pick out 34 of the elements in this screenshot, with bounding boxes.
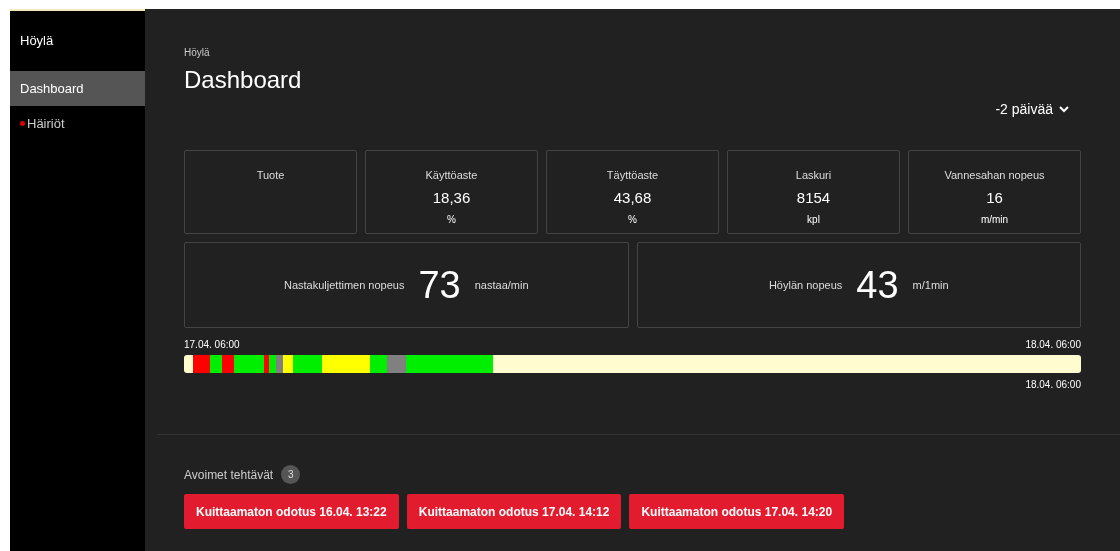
timeline-end-label: 18.04. 06:00 — [1025, 338, 1081, 352]
count-badge: 3 — [281, 465, 301, 484]
page-title: Dashboard — [184, 65, 302, 95]
nav-item[interactable]: Dashboard — [10, 70, 145, 106]
stat-unit: kpl — [807, 213, 820, 227]
stat-value: 18,36 — [432, 187, 471, 208]
task-button[interactable]: Kuittaamaton odotus 17.04. 14:12 — [406, 494, 622, 529]
sidebar-title: Höylä — [19, 32, 55, 50]
timeline-end-label: 18.04. 06:00 — [1025, 378, 1081, 392]
speed-value: 73 — [418, 262, 461, 308]
breadcrumb: Höylä — [184, 46, 211, 60]
stat-unit: % — [447, 213, 456, 227]
stat-label: Täyttöaste — [606, 168, 659, 183]
stat-value: 16 — [986, 187, 1003, 208]
stat-unit: % — [628, 213, 637, 227]
nav-item[interactable]: Häiriöt — [10, 106, 145, 142]
stat-label: Laskuri — [795, 168, 832, 183]
stat-label: Tuote — [256, 168, 285, 183]
stat-unit: m/min — [980, 213, 1009, 227]
stat-label: Käyttöaste — [425, 168, 478, 183]
timeline-start-label: 17.04. 06:00 — [184, 338, 240, 352]
task-button[interactable]: Kuittaamaton odotus 16.04. 13:22 — [184, 494, 399, 529]
task-button[interactable]: Kuittaamaton odotus 17.04. 14:20 — [629, 494, 845, 529]
section-title: Avoimet tehtävät — [184, 466, 274, 484]
stat-value: 43,68 — [613, 187, 652, 208]
stat-label: Vannesahan nopeus — [944, 168, 1045, 183]
speed-label: Nastakuljettimen nopeus — [283, 277, 405, 293]
chevron-down-icon — [1059, 106, 1069, 113]
range-dropdown[interactable]: -2 päivää — [995, 99, 1069, 120]
speed-value: 43 — [856, 262, 899, 308]
speed-unit: m/1min — [912, 277, 949, 293]
stat-value: 8154 — [796, 187, 831, 208]
speed-unit: nastaa/min — [474, 277, 529, 293]
speed-label: Höylän nopeus — [768, 277, 843, 293]
